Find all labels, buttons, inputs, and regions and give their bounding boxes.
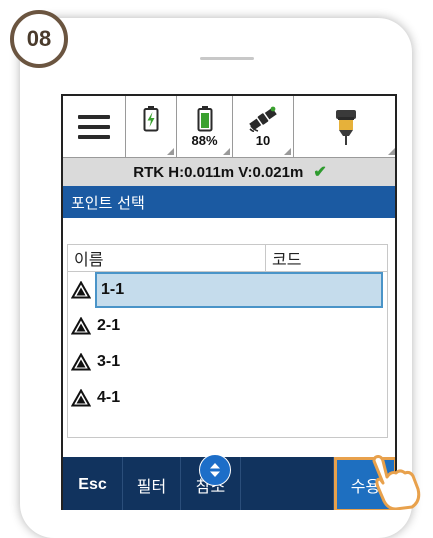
phone-speaker bbox=[200, 57, 254, 60]
battery-level: 88% bbox=[191, 132, 218, 148]
satellite-icon bbox=[249, 106, 277, 132]
survey-point-triangle-icon bbox=[71, 389, 91, 407]
point-name: 3-1 bbox=[97, 353, 121, 370]
esc-button[interactable]: Esc bbox=[63, 457, 123, 510]
battery-status[interactable]: 88% bbox=[177, 96, 233, 157]
expand-collapse-button[interactable] bbox=[199, 454, 231, 486]
column-header-code[interactable]: 코드 bbox=[266, 245, 387, 271]
list-item-point-1-1[interactable]: 1-1 bbox=[68, 272, 387, 308]
gnss-receiver-icon bbox=[335, 109, 356, 145]
column-header-name[interactable]: 이름 bbox=[68, 245, 266, 271]
step-number: 08 bbox=[26, 26, 52, 51]
status-bar: 0 88% 10 bbox=[63, 96, 395, 158]
checkmark-icon: ✔ bbox=[313, 164, 327, 181]
point-list: 1-1 2-1 3-1 4-1 bbox=[67, 272, 388, 438]
point-list-panel: 이름 코드 1-1 2-1 3-1 4-1 bbox=[63, 219, 395, 457]
satellite-status[interactable]: 10 bbox=[233, 96, 294, 157]
survey-point-triangle-icon bbox=[71, 353, 91, 371]
empty-soft-key bbox=[241, 457, 334, 510]
screen-title-text: 포인트 선택 bbox=[71, 193, 145, 212]
satellite-count: 10 bbox=[255, 132, 271, 148]
survey-point-triangle-icon bbox=[71, 281, 91, 299]
list-item-point-3-1[interactable]: 3-1 bbox=[68, 344, 387, 380]
point-name: 2-1 bbox=[97, 317, 121, 334]
survey-point-triangle-icon bbox=[71, 317, 91, 335]
step-badge: 08 bbox=[10, 10, 68, 68]
battery-icon bbox=[197, 105, 212, 131]
rtk-status-bar: RTK H:0.011m V:0.021m ✔ bbox=[63, 158, 395, 186]
device-screen: 0 88% 10 bbox=[61, 94, 397, 510]
pointing-hand-icon bbox=[372, 455, 421, 510]
hamburger-menu-icon[interactable] bbox=[63, 96, 126, 157]
list-header: 이름 코드 bbox=[67, 244, 388, 272]
point-name: 1-1 bbox=[95, 272, 383, 308]
battery-charging-status[interactable]: 0 bbox=[126, 96, 177, 157]
point-name: 4-1 bbox=[97, 389, 121, 406]
filter-button[interactable]: 필터 bbox=[123, 457, 181, 510]
rtk-precision-text: RTK H:0.011m V:0.021m bbox=[133, 163, 304, 181]
list-item-point-4-1[interactable]: 4-1 bbox=[68, 380, 387, 416]
list-item-point-2-1[interactable]: 2-1 bbox=[68, 308, 387, 344]
receiver-status[interactable] bbox=[294, 96, 395, 157]
expand-collapse-icon bbox=[210, 463, 220, 477]
battery-charging-icon bbox=[143, 105, 159, 131]
screen-title: 포인트 선택 bbox=[63, 186, 395, 218]
